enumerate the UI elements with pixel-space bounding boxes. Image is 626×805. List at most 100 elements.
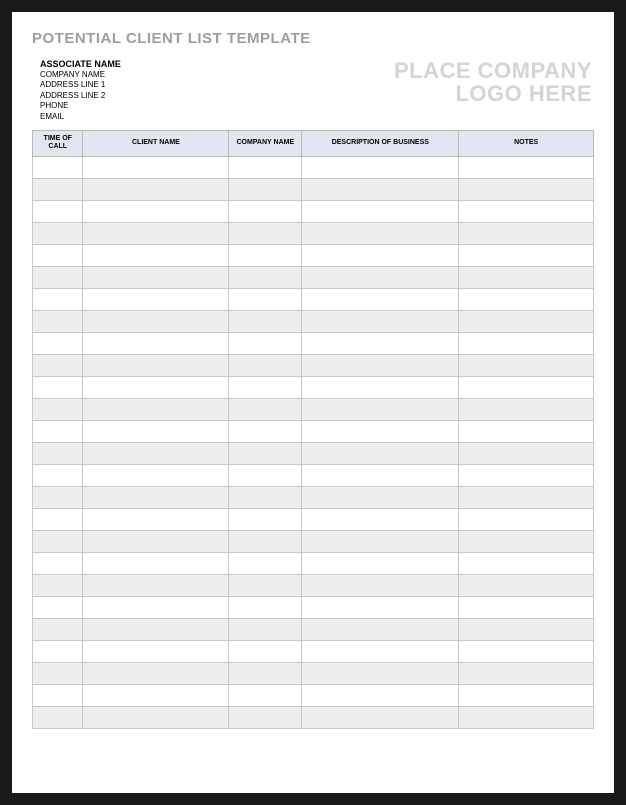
table-cell xyxy=(459,156,594,178)
logo-line-2: LOGO HERE xyxy=(394,82,592,105)
table-cell xyxy=(459,574,594,596)
table-cell xyxy=(83,288,229,310)
table-cell xyxy=(302,310,459,332)
table-cell xyxy=(229,222,302,244)
table-cell xyxy=(83,486,229,508)
table-cell xyxy=(302,288,459,310)
table-cell xyxy=(459,376,594,398)
table-cell xyxy=(229,310,302,332)
table-cell xyxy=(83,596,229,618)
table-row xyxy=(33,508,594,530)
table-cell xyxy=(33,486,83,508)
table-row xyxy=(33,574,594,596)
table-cell xyxy=(83,354,229,376)
table-row xyxy=(33,552,594,574)
table-cell xyxy=(229,398,302,420)
table-cell xyxy=(33,530,83,552)
header-row: ASSOCIATE NAME COMPANY NAME ADDRESS LINE… xyxy=(32,59,594,122)
table-cell xyxy=(229,596,302,618)
table-cell xyxy=(33,332,83,354)
table-cell xyxy=(83,662,229,684)
table-cell xyxy=(302,618,459,640)
table-row xyxy=(33,684,594,706)
header-desc: DESCRIPTION OF BUSINESS xyxy=(302,130,459,156)
table-cell xyxy=(302,530,459,552)
page-title: POTENTIAL CLIENT LIST TEMPLATE xyxy=(32,30,594,47)
table-cell xyxy=(33,574,83,596)
client-table: TIME OF CALL CLIENT NAME COMPANY NAME DE… xyxy=(32,130,594,729)
table-cell xyxy=(229,486,302,508)
table-cell xyxy=(83,706,229,728)
table-cell xyxy=(83,266,229,288)
table-row xyxy=(33,640,594,662)
table-cell xyxy=(33,156,83,178)
table-row xyxy=(33,530,594,552)
table-cell xyxy=(83,684,229,706)
table-cell xyxy=(302,200,459,222)
table-row xyxy=(33,266,594,288)
table-cell xyxy=(459,442,594,464)
table-cell xyxy=(229,684,302,706)
header-company: COMPANY NAME xyxy=(229,130,302,156)
table-cell xyxy=(33,222,83,244)
table-cell xyxy=(33,310,83,332)
table-cell xyxy=(83,552,229,574)
table-cell xyxy=(459,354,594,376)
table-cell xyxy=(229,640,302,662)
table-row xyxy=(33,288,594,310)
table-cell xyxy=(33,596,83,618)
table-cell xyxy=(302,552,459,574)
table-cell xyxy=(302,266,459,288)
table-cell xyxy=(33,420,83,442)
table-cell xyxy=(229,288,302,310)
table-cell xyxy=(459,618,594,640)
table-cell xyxy=(302,420,459,442)
table-cell xyxy=(459,684,594,706)
table-cell xyxy=(459,310,594,332)
table-cell xyxy=(302,464,459,486)
table-row xyxy=(33,310,594,332)
table-cell xyxy=(459,706,594,728)
table-row xyxy=(33,376,594,398)
table-cell xyxy=(83,574,229,596)
table-row xyxy=(33,200,594,222)
table-cell xyxy=(33,266,83,288)
table-cell xyxy=(33,442,83,464)
table-cell xyxy=(83,200,229,222)
table-cell xyxy=(459,288,594,310)
table-cell xyxy=(459,244,594,266)
table-row xyxy=(33,464,594,486)
table-cell xyxy=(33,552,83,574)
table-cell xyxy=(459,398,594,420)
table-cell xyxy=(33,398,83,420)
table-row xyxy=(33,442,594,464)
table-cell xyxy=(302,442,459,464)
associate-address-2: ADDRESS LINE 2 xyxy=(40,91,121,101)
table-cell xyxy=(459,222,594,244)
table-cell xyxy=(229,662,302,684)
table-cell xyxy=(302,640,459,662)
associate-email: EMAIL xyxy=(40,112,121,122)
table-cell xyxy=(229,266,302,288)
table-cell xyxy=(83,376,229,398)
table-row xyxy=(33,706,594,728)
table-cell xyxy=(459,596,594,618)
table-cell xyxy=(229,508,302,530)
table-cell xyxy=(83,310,229,332)
table-cell xyxy=(83,398,229,420)
table-cell xyxy=(302,354,459,376)
table-cell xyxy=(459,530,594,552)
table-cell xyxy=(459,420,594,442)
table-cell xyxy=(229,376,302,398)
table-cell xyxy=(302,178,459,200)
table-cell xyxy=(302,398,459,420)
table-cell xyxy=(302,222,459,244)
table-cell xyxy=(33,178,83,200)
table-header-row: TIME OF CALL CLIENT NAME COMPANY NAME DE… xyxy=(33,130,594,156)
table-cell xyxy=(229,442,302,464)
table-row xyxy=(33,420,594,442)
table-cell xyxy=(229,574,302,596)
table-cell xyxy=(459,464,594,486)
table-cell xyxy=(302,706,459,728)
table-row xyxy=(33,596,594,618)
